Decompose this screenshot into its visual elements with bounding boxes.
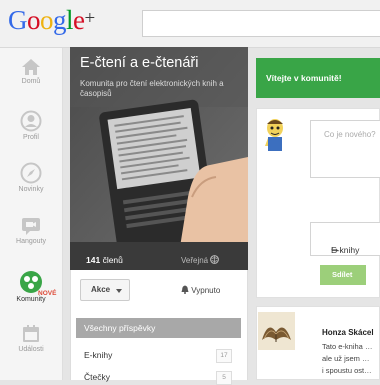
notifications-toggle[interactable]: Vypnuto — [181, 285, 220, 295]
nav-item-hangouts[interactable]: Hangouty — [0, 216, 62, 245]
category-all-posts[interactable]: Všechny příspěvky — [76, 318, 241, 338]
category-readers-count: 5 — [216, 371, 232, 385]
nav-item-home[interactable]: Domů — [0, 58, 62, 85]
search-input[interactable] — [142, 10, 380, 37]
post-text-line: ale už jsem … — [322, 354, 370, 363]
category-ebooks-count: 17 — [216, 349, 232, 363]
logo-letter: e — [73, 5, 85, 35]
new-badge: NOVÉ — [38, 290, 57, 297]
post-author-avatar[interactable] — [258, 312, 295, 350]
welcome-banner: Vítejte v komunitě! — [256, 58, 380, 98]
category-list: Všechny příspěvky E-knihy 17 Čtečky 5 — [70, 312, 248, 385]
logo-letter: l — [66, 5, 74, 35]
category-select[interactable]: ↪ E-knihy — [310, 222, 380, 256]
nav-item-explore[interactable]: Novinky — [0, 162, 62, 193]
logo-plus: + — [84, 8, 96, 29]
actions-dropdown-button[interactable]: Akce — [80, 279, 130, 301]
visibility-text: Veřejná — [181, 256, 209, 265]
user-avatar[interactable] — [261, 116, 289, 154]
nav-label-explore: Novinky — [18, 186, 44, 193]
top-bar: Google+ — [0, 0, 380, 48]
profile-icon — [20, 110, 42, 132]
post-text-line: i spoustu ost… — [322, 366, 372, 375]
left-nav: Domů Profil Novinky Hangouty NOVÉ Komuni… — [0, 48, 63, 380]
compass-icon — [20, 162, 42, 184]
globe-icon — [210, 255, 220, 264]
nav-label-hangouts: Hangouty — [16, 238, 46, 245]
nav-label-communities: Komunity — [16, 296, 46, 303]
category-ebooks[interactable]: E-knihy — [84, 350, 112, 360]
community-title: E-čtení a e-čtenáři — [80, 55, 199, 71]
logo-letter: G — [8, 5, 28, 35]
google-plus-logo[interactable]: Google+ — [8, 5, 95, 36]
share-button[interactable]: Sdílet — [320, 265, 366, 285]
bell-icon — [181, 285, 189, 294]
member-count-label: členů — [102, 255, 123, 265]
hangouts-icon — [22, 218, 40, 235]
member-count-value: 141 — [86, 255, 101, 265]
welcome-text: Vítejte v komunitě! — [266, 73, 342, 83]
nav-label-home: Domů — [21, 78, 41, 85]
chevron-down-icon — [116, 289, 122, 293]
community-actions: Akce Vypnuto — [70, 270, 248, 312]
logo-text: Google — [8, 5, 85, 35]
actions-label: Akce — [91, 285, 111, 294]
nav-item-communities[interactable]: NOVÉ Komunity — [0, 270, 62, 303]
nav-item-profile[interactable]: Profil — [0, 110, 62, 141]
post-author-name[interactable]: Honza Skácel — [322, 328, 374, 337]
post-text-input[interactable] — [310, 120, 380, 178]
post-placeholder: Co je nového? — [324, 130, 376, 139]
home-icon — [22, 59, 40, 75]
logo-letter: o — [40, 5, 54, 35]
nav-item-events[interactable]: Události — [0, 324, 62, 353]
visibility-label: Veřejná — [181, 255, 220, 265]
ereader-cover-image — [70, 47, 248, 247]
notifications-label: Vypnuto — [191, 286, 221, 295]
category-select-value: E-knihy — [331, 245, 360, 255]
category-readers[interactable]: Čtečky — [84, 372, 110, 382]
nav-label-profile: Profil — [23, 134, 39, 141]
nav-label-events: Události — [18, 346, 44, 353]
community-cover: E-čtení a e-čtenáři Komunita pro čtení e… — [70, 47, 248, 270]
share-button-label: Sdílet — [332, 270, 353, 279]
community-subtitle: Komunita pro čtení elektronických knih a… — [80, 79, 224, 98]
post-text-line: Tato e-kniha … — [322, 342, 373, 351]
calendar-icon — [23, 325, 39, 342]
logo-letter: o — [27, 5, 41, 35]
logo-letter: g — [53, 5, 67, 35]
member-count: 141 členů — [86, 255, 123, 265]
